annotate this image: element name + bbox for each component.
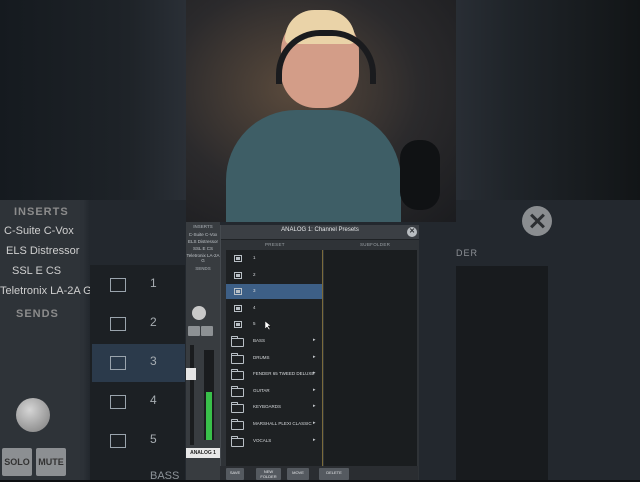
bg-row: 5 (92, 422, 185, 460)
strip-sends-header: SENDS (195, 266, 211, 271)
preset-folder-row[interactable]: DRUMS ▸ (226, 351, 322, 366)
channel-presets-dialog: ANALOG 1: Channel Presets ✕ PRESET SUBFO… (220, 225, 419, 480)
preset-folder-row[interactable]: GUITAR ▸ (226, 384, 322, 399)
chevron-right-icon: ▸ (313, 386, 316, 393)
preset-row[interactable]: 4 (226, 301, 322, 316)
preset-folder-row[interactable]: MARSHALL PLEXI CLASSIC ▸ (226, 417, 322, 432)
bg-subfolder-panel (456, 266, 548, 480)
subfolder-column-header: SUBFOLDER (360, 242, 391, 247)
close-icon[interactable]: ✕ (407, 227, 417, 237)
chevron-right-icon: ▸ (313, 420, 316, 426)
folder-icon (231, 369, 244, 381)
solo-button[interactable] (188, 326, 200, 336)
folder-icon (231, 336, 244, 347)
microphone (400, 140, 440, 210)
person-body (226, 110, 401, 222)
folder-icon (231, 419, 244, 430)
bg-row: 2 (92, 305, 185, 343)
chevron-right-icon: ▸ (313, 337, 316, 343)
mute-button[interactable] (201, 326, 213, 336)
dialog-footer: SAVE NEW FOLDER MOVE DELETE (220, 466, 418, 480)
bg-row: 3 (92, 344, 185, 382)
bg-insert-1: C-Suite C-Vox (4, 225, 74, 237)
bg-insert-2: ELS Distressor (6, 245, 80, 257)
strip-insert-3[interactable]: SSL E CS (186, 246, 220, 251)
delete-button[interactable]: DELETE (319, 468, 349, 480)
strip-insert-1[interactable]: C-Suite C-Vox (186, 232, 220, 237)
preset-label: FENDER 65 TWEED DELUXE (253, 371, 315, 377)
level-meter-fill (206, 392, 212, 440)
bg-insert-4: Teletronix LA-2A G (0, 285, 92, 297)
bg-inserts-header: INSERTS (14, 206, 69, 218)
folder-icon (231, 385, 244, 397)
dialog-title: ANALOG 1: Channel Presets (281, 227, 359, 233)
preset-label: GUITAR (253, 387, 270, 393)
preset-row[interactable]: 1 (226, 251, 322, 266)
bg-pan-knob (16, 398, 50, 432)
preset-label: KEYBOARDS (253, 404, 282, 410)
preset-label: VOCALS (253, 437, 272, 443)
preset-icon (234, 271, 242, 279)
bg-row: 1 (92, 266, 185, 304)
preset-column-header: PRESET (265, 242, 285, 247)
move-button[interactable]: MOVE (287, 468, 309, 480)
bg-insert-3: SSL E CS (12, 265, 62, 277)
background-channel-strip (0, 200, 80, 480)
chevron-right-icon: ▸ (313, 370, 316, 377)
new-folder-button[interactable]: NEW FOLDER (256, 468, 281, 480)
volume-fader[interactable] (186, 368, 196, 380)
fader-track (190, 345, 194, 445)
preset-row[interactable]: 3 (226, 284, 322, 300)
preset-label: 2 (253, 271, 256, 277)
mouse-cursor-icon (265, 321, 272, 331)
preset-folder-row[interactable]: KEYBOARDS ▸ (226, 400, 322, 415)
preset-icon (234, 321, 242, 329)
preset-label: BASS (253, 338, 266, 343)
subfolder-list (324, 250, 417, 466)
preset-label: MARSHALL PLEXI CLASSIC (253, 421, 312, 426)
preset-folder-row[interactable]: FENDER 65 TWEED DELUXE ▸ (226, 367, 322, 382)
preset-icon (234, 288, 242, 296)
preset-label: 3 (253, 288, 256, 294)
preset-icon (234, 304, 242, 312)
preset-row[interactable]: 5 (226, 317, 322, 332)
bg-close-icon (522, 206, 552, 236)
strip-inserts-header: INSERTS (193, 224, 213, 229)
preset-icon (234, 255, 242, 262)
preset-row[interactable]: 2 (226, 268, 322, 283)
preset-label: 5 (253, 321, 256, 327)
bg-row: 4 (92, 383, 185, 421)
chevron-right-icon: ▸ (313, 436, 316, 443)
preset-folder-row[interactable]: BASS ▸ (226, 334, 322, 349)
pan-knob[interactable] (192, 306, 206, 320)
channel-name[interactable]: ANALOG 1 (186, 448, 220, 458)
folder-icon (231, 435, 244, 447)
folder-icon (231, 352, 244, 364)
preset-label: DRUMS (253, 354, 270, 360)
chevron-right-icon: ▸ (313, 403, 316, 410)
bg-solo-button: SOLO (2, 448, 32, 476)
strip-insert-4[interactable]: Teletronix LA-2A G (186, 253, 220, 263)
bg-subfolder-header: DER (456, 248, 479, 258)
bg-sends-header: SENDS (16, 308, 59, 320)
strip-insert-2[interactable]: ELS Distressor (186, 239, 220, 244)
bg-mute-button: MUTE (36, 448, 66, 476)
bg-partial-row: BASS (150, 470, 180, 482)
chevron-right-icon: ▸ (313, 353, 316, 360)
preset-label: 4 (253, 304, 256, 310)
webcam-video (186, 0, 456, 222)
save-button[interactable]: SAVE (226, 468, 244, 480)
preset-label: 1 (253, 255, 256, 260)
folder-icon (231, 402, 244, 414)
preset-folder-row[interactable]: VOCALS ▸ (226, 434, 322, 449)
